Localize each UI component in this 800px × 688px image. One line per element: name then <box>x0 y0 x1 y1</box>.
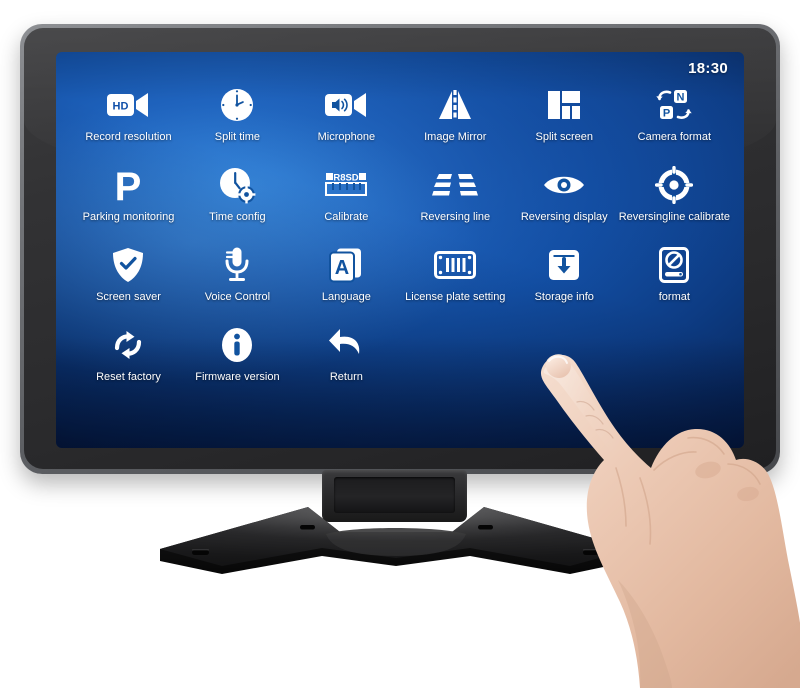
menu-label: Language <box>321 291 371 303</box>
letter-p-icon: P <box>113 164 143 206</box>
monitor-device: 18:30 HD Record resolution Split time Mi… <box>20 24 780 474</box>
menu-item-screen-saver[interactable]: Screen saver <box>74 244 183 324</box>
svg-text:R8SD: R8SD <box>334 173 359 184</box>
menu-item-language[interactable]: A Language <box>292 244 401 324</box>
license-plate-icon <box>434 244 477 286</box>
eye-icon <box>542 164 586 206</box>
menu-item-firmware-version[interactable]: Firmware version <box>183 324 292 404</box>
menu-item-microphone[interactable]: Microphone <box>292 84 401 164</box>
menu-label: Return <box>329 371 363 383</box>
r8sd-ruler-icon: R8SD <box>324 164 368 206</box>
status-bar-clock: 18:30 <box>688 60 728 77</box>
menu-item-reversingline-calibrate[interactable]: Reversingline calibrate <box>619 164 730 244</box>
menu-label: Image Mirror <box>424 131 487 143</box>
menu-label: Camera format <box>637 131 712 143</box>
split-screen-layout-icon <box>546 84 582 126</box>
menu-item-time-config[interactable]: Time config <box>183 164 292 244</box>
svg-text:A: A <box>335 257 349 279</box>
menu-label: Reversing display <box>520 211 608 223</box>
menu-item-image-mirror[interactable]: Image Mirror <box>401 84 510 164</box>
menu-item-camera-format[interactable]: N P Camera format <box>619 84 730 164</box>
clock-gear-icon <box>218 164 256 206</box>
clock-icon <box>219 84 255 126</box>
shield-check-icon <box>112 244 144 286</box>
menu-label: Parking monitoring <box>82 211 175 223</box>
menu-item-split-screen[interactable]: Split screen <box>510 84 619 164</box>
microphone-icon <box>222 244 252 286</box>
menu-item-format[interactable]: format <box>619 244 730 324</box>
disk-prohibited-icon <box>659 244 690 286</box>
hd-camcorder-icon: HD <box>106 84 150 126</box>
menu-label: Voice Control <box>204 291 271 303</box>
menu-label: Split time <box>214 131 261 143</box>
refresh-cycle-icon <box>110 324 146 366</box>
svg-text:HD: HD <box>113 101 129 113</box>
menu-item-return[interactable]: Return <box>292 324 401 404</box>
menu-label: Split screen <box>535 131 593 143</box>
menu-label: Reversingline calibrate <box>618 211 730 223</box>
monitor-stand-base <box>140 500 652 590</box>
menu-label: Reset factory <box>96 371 161 383</box>
menu-item-split-time[interactable]: Split time <box>183 84 292 164</box>
menu-item-calibrate[interactable]: R8SD Calibrate <box>292 164 401 244</box>
svg-text:N: N <box>677 92 685 104</box>
menu-item-reversing-display[interactable]: Reversing display <box>510 164 619 244</box>
menu-item-record-resolution[interactable]: HD Record resolution <box>74 84 183 164</box>
menu-label: Reversing line <box>420 211 491 223</box>
menu-label: Screen saver <box>96 291 161 303</box>
back-arrow-icon <box>328 324 364 366</box>
menu-label: Storage info <box>534 291 594 303</box>
menu-label: Time config <box>209 211 266 223</box>
settings-menu-grid: HD Record resolution Split time Micropho… <box>74 84 730 404</box>
crosshair-target-icon <box>655 164 694 206</box>
mirror-triangles-icon <box>435 84 475 126</box>
menu-item-reset-factory[interactable]: Reset factory <box>74 324 183 404</box>
menu-item-voice-control[interactable]: Voice Control <box>183 244 292 324</box>
menu-item-parking-monitoring[interactable]: P Parking monitoring <box>74 164 183 244</box>
parking-guide-lines-icon <box>432 164 479 206</box>
speaker-camcorder-icon <box>324 84 368 126</box>
menu-label: Firmware version <box>195 371 280 383</box>
np-format-arrows-icon: N P <box>655 84 693 126</box>
menu-item-license-plate-setting[interactable]: License plate setting <box>401 244 510 324</box>
svg-text:P: P <box>663 108 670 120</box>
svg-text:P: P <box>115 166 142 204</box>
menu-label: Record resolution <box>85 131 172 143</box>
menu-label: format <box>658 291 690 303</box>
download-box-icon <box>547 244 581 286</box>
menu-label: License plate setting <box>405 291 506 303</box>
info-circle-icon <box>220 324 254 366</box>
display-screen[interactable]: 18:30 HD Record resolution Split time Mi… <box>56 52 744 448</box>
menu-item-reversing-line[interactable]: Reversing line <box>401 164 510 244</box>
letter-a-cards-icon: A <box>328 244 364 286</box>
menu-label: Microphone <box>317 131 376 143</box>
menu-item-storage-info[interactable]: Storage info <box>510 244 619 324</box>
menu-label: Calibrate <box>324 211 369 223</box>
